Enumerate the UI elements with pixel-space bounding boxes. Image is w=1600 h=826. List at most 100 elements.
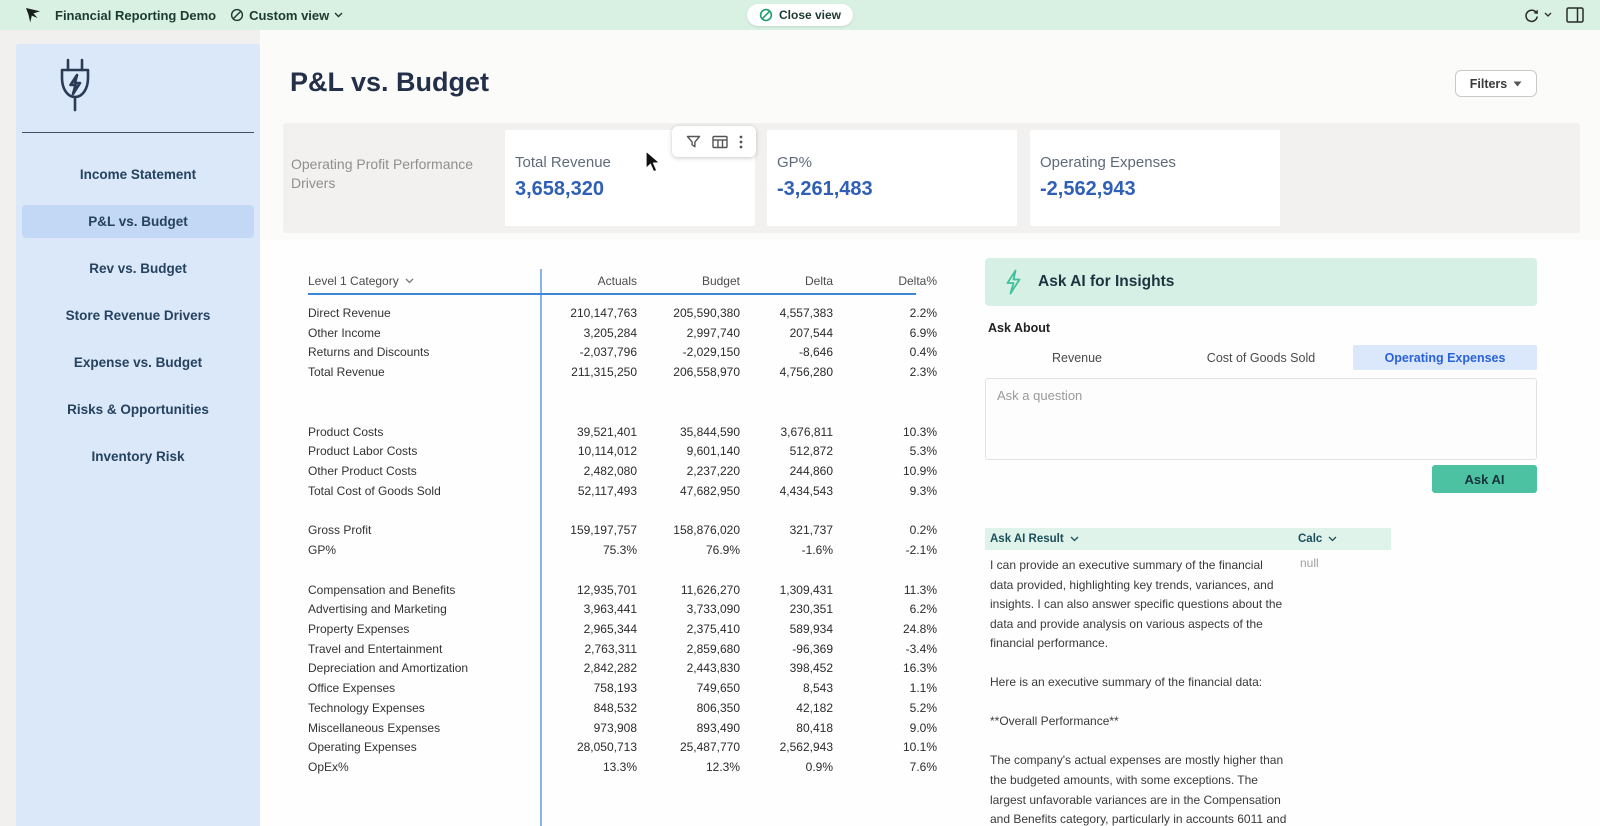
- cell-budget: 2,997,740: [637, 326, 740, 340]
- mouse-cursor: [645, 150, 662, 174]
- ai-question-input[interactable]: [985, 378, 1537, 460]
- sidebar-item[interactable]: Risks & Opportunities: [22, 393, 254, 426]
- filters-button[interactable]: Filters: [1455, 70, 1537, 97]
- cell-delta: 398,452: [740, 661, 833, 675]
- sidebar-item[interactable]: Income Statement: [22, 158, 254, 191]
- sidebar-item[interactable]: Inventory Risk: [22, 440, 254, 473]
- table-icon[interactable]: [712, 135, 728, 149]
- column-header[interactable]: Delta: [740, 270, 833, 292]
- cell-budget: 749,650: [637, 681, 740, 695]
- row-category: GP%: [308, 543, 540, 557]
- kpi-cards: Total Revenue3,658,320GP%-3,261,483Opera…: [505, 130, 1280, 226]
- ai-result-text: I can provide an executive summary of th…: [985, 550, 1293, 826]
- cell-actuals: 3,963,441: [540, 602, 637, 616]
- ask-about-tab[interactable]: Revenue: [985, 345, 1169, 370]
- table-row: OpEx%13.3%12.3%0.9%7.6%: [308, 757, 941, 777]
- cell-actuals: 39,521,401: [540, 425, 637, 439]
- cell-delta_pct: 7.6%: [833, 760, 937, 774]
- cell-actuals: 159,197,757: [540, 523, 637, 537]
- cell-delta_pct: 11.3%: [833, 583, 937, 597]
- cell-delta: 244,860: [740, 464, 833, 478]
- cell-delta: 230,351: [740, 602, 833, 616]
- close-view-label: Close view: [779, 8, 841, 22]
- lightning-icon: [1005, 269, 1022, 295]
- top-bar: Financial Reporting Demo Custom view Clo…: [0, 0, 1600, 30]
- filter-icon[interactable]: [686, 135, 701, 149]
- chevron-down-icon: [334, 12, 343, 18]
- cell-budget: 35,844,590: [637, 425, 740, 439]
- cell-budget: 76.9%: [637, 543, 740, 557]
- calc-column-header[interactable]: Calc: [1298, 533, 1337, 545]
- toggle-panel-button[interactable]: [1566, 7, 1584, 23]
- ai-panel: Ask AI for Insights Ask About RevenueCos…: [985, 258, 1537, 826]
- row-category: Miscellaneous Expenses: [308, 721, 540, 735]
- refresh-button[interactable]: [1523, 7, 1552, 24]
- row-category: Operating Expenses: [308, 740, 540, 754]
- filters-label: Filters: [1470, 77, 1508, 91]
- kpi-value: -3,261,483: [777, 178, 1017, 201]
- kpi-card[interactable]: GP%-3,261,483: [767, 130, 1017, 226]
- cell-delta: -8,646: [740, 345, 833, 359]
- cell-delta_pct: 0.2%: [833, 523, 937, 537]
- cell-actuals: 2,842,282: [540, 661, 637, 675]
- sidebar-item[interactable]: Rev vs. Budget: [22, 252, 254, 285]
- cell-actuals: 52,117,493: [540, 484, 637, 498]
- cell-delta: 4,434,543: [740, 484, 833, 498]
- cell-actuals: 3,205,284: [540, 326, 637, 340]
- cell-delta_pct: 2.2%: [833, 306, 937, 320]
- table-header-underline: [308, 293, 916, 295]
- cell-actuals: 210,147,763: [540, 306, 637, 320]
- cell-delta: 4,756,280: [740, 365, 833, 379]
- ai-result-body: I can provide an executive summary of th…: [985, 550, 1391, 826]
- row-category: Compensation and Benefits: [308, 583, 540, 597]
- ai-result-column-header[interactable]: Ask AI Result: [985, 533, 1298, 545]
- column-header[interactable]: Budget: [637, 270, 740, 292]
- column-header[interactable]: Delta%: [833, 270, 937, 292]
- sidebar-item[interactable]: P&L vs. Budget: [22, 205, 254, 238]
- category-column-header[interactable]: Level 1 Category: [308, 270, 540, 292]
- cell-delta: 8,543: [740, 681, 833, 695]
- cell-delta_pct: 2.3%: [833, 365, 937, 379]
- sidebar-nav: Income Statement P&L vs. Budget Rev vs. Bu…: [16, 151, 260, 480]
- kpi-card[interactable]: Operating Expenses-2,562,943: [1030, 130, 1280, 226]
- cell-delta: 589,934: [740, 622, 833, 636]
- row-category: Product Costs: [308, 425, 540, 439]
- row-category: Travel and Entertainment: [308, 642, 540, 656]
- sidebar-item[interactable]: Expense vs. Budget: [22, 346, 254, 379]
- row-category: Advertising and Marketing: [308, 602, 540, 616]
- cell-delta: 207,544: [740, 326, 833, 340]
- ask-about-tab[interactable]: Cost of Goods Sold: [1169, 345, 1353, 370]
- close-view-button[interactable]: Close view: [747, 4, 853, 26]
- ai-result-header-label: Ask AI Result: [990, 533, 1064, 545]
- sidebar-item[interactable]: Store Revenue Drivers: [22, 299, 254, 332]
- ask-about-tab[interactable]: Operating Expenses: [1353, 345, 1537, 370]
- table-row: Other Income3,205,2842,997,740207,5446.9…: [308, 323, 941, 343]
- view-selector[interactable]: Custom view: [230, 8, 343, 23]
- cell-budget: 2,859,680: [637, 642, 740, 656]
- cell-budget: -2,029,150: [637, 345, 740, 359]
- table-row: Returns and Discounts-2,037,796-2,029,15…: [308, 342, 941, 362]
- row-category: Total Cost of Goods Sold: [308, 484, 540, 498]
- cell-actuals: 75.3%: [540, 543, 637, 557]
- row-category: Property Expenses: [308, 622, 540, 636]
- cell-delta_pct: 9.0%: [833, 721, 937, 735]
- table-row: Product Labor Costs10,114,0129,601,14051…: [308, 441, 941, 461]
- table-row: Compensation and Benefits12,935,70111,62…: [308, 580, 941, 600]
- cell-delta_pct: 9.3%: [833, 484, 937, 498]
- table-row: Operating Expenses28,050,71325,487,7702,…: [308, 737, 941, 757]
- row-category: Product Labor Costs: [308, 444, 540, 458]
- ask-ai-button[interactable]: Ask AI: [1432, 465, 1537, 493]
- table-row: Property Expenses2,965,3442,375,410589,9…: [308, 619, 941, 639]
- cell-delta: -96,369: [740, 642, 833, 656]
- column-header[interactable]: Actuals: [540, 270, 637, 292]
- cell-actuals: 973,908: [540, 721, 637, 735]
- category-column-label: Level 1 Category: [308, 274, 399, 288]
- sidebar: Income Statement P&L vs. Budget Rev vs. Bu…: [16, 44, 260, 826]
- cell-delta: 321,737: [740, 523, 833, 537]
- kpi-strip: Operating Profit Performance Drivers Tot…: [283, 123, 1580, 233]
- pnl-table: Level 1 Category ActualsBudgetDeltaDelta…: [283, 255, 965, 826]
- cell-budget: 205,590,380: [637, 306, 740, 320]
- table-row: Total Cost of Goods Sold52,117,49347,682…: [308, 481, 941, 501]
- kebab-menu-icon[interactable]: [739, 135, 743, 149]
- cell-delta_pct: 5.2%: [833, 701, 937, 715]
